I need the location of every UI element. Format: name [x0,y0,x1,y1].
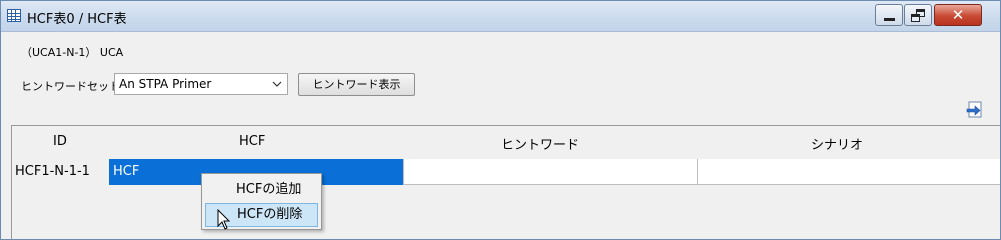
mouse-cursor-icon [217,208,231,233]
hint-set-value: An STPA Primer [119,77,212,91]
id-cell[interactable]: HCF1-N-1-1 [12,159,109,185]
chevron-down-icon [272,76,282,95]
hint-set-select[interactable]: An STPA Primer [114,73,288,95]
menu-item-add-hcf[interactable]: HCFの追加 [205,178,318,202]
minimize-button[interactable] [875,4,903,26]
column-header-hint-word[interactable]: ヒントワード [501,134,579,153]
hcf-table-window: HCF表0 / HCF表 ✕ （UCA1-N-1） UCA ヒントワードセット … [0,0,1001,240]
close-button[interactable]: ✕ [934,4,982,26]
table-icon [7,9,21,22]
hint-set-label: ヒントワードセット [21,80,120,93]
column-header-id[interactable]: ID [53,134,67,149]
minimize-icon [884,18,895,21]
window-title: HCF表0 / HCF表 [27,12,127,27]
show-hint-words-button[interactable]: ヒントワード表示 [298,73,415,96]
scenario-cell[interactable] [697,159,1000,185]
column-header-scenario[interactable]: シナリオ [811,134,863,153]
hint-word-cell[interactable] [403,159,697,185]
export-icon[interactable] [965,100,985,120]
uca-label: （UCA1-N-1） UCA [21,46,124,59]
close-icon: ✕ [951,6,965,24]
column-header-hcf[interactable]: HCF [239,134,265,149]
title-bar[interactable]: HCF表0 / HCF表 ✕ [1,1,1000,32]
table-row[interactable]: HCF1-N-1-1 HCF [12,159,1000,185]
restore-button[interactable] [904,4,932,26]
